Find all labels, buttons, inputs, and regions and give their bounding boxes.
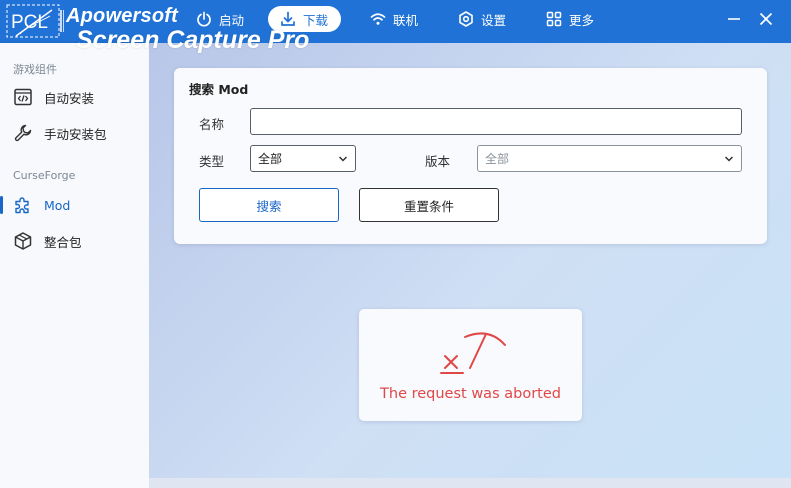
sidebar-item-label: 自动安装	[44, 90, 95, 106]
nav-settings[interactable]: 设置	[458, 6, 506, 32]
type-select-value: 全部	[258, 152, 283, 166]
sidebar-group-title-components: 游戏组件	[13, 63, 57, 76]
nav-online-label: 联机	[393, 12, 419, 28]
puzzle-icon	[15, 197, 29, 214]
active-indicator	[0, 196, 3, 214]
sidebar-item-label: Mod	[44, 197, 71, 213]
watermark-brand: Apowersoft	[66, 5, 178, 27]
type-select[interactable]: 全部	[250, 145, 356, 172]
nav-more[interactable]: 更多	[546, 6, 594, 32]
minimize-icon	[728, 18, 740, 20]
wrench-icon	[14, 124, 32, 142]
sidebar-item-label: 整合包	[44, 234, 82, 250]
sidebar-item-label: 手动安装包	[44, 126, 107, 142]
chevron-down-icon	[338, 155, 348, 162]
sidebar-item-auto-install[interactable]: 自动安装	[0, 81, 149, 113]
sidebar-item-mod[interactable]: Mod	[0, 189, 149, 221]
type-label: 类型	[199, 154, 225, 169]
search-card: 搜索 Mod 名称 类型 全部 版本 全部 搜索 重置条件	[174, 68, 767, 244]
name-label: 名称	[199, 117, 225, 132]
error-message: The request was aborted	[380, 386, 561, 402]
code-icon	[14, 88, 32, 106]
settings-icon	[459, 11, 473, 27]
svg-text:PCL: PCL	[11, 12, 48, 33]
nav-online[interactable]: 联机	[370, 6, 418, 32]
version-label: 版本	[425, 154, 451, 169]
app-logo: PCL	[6, 4, 65, 38]
download-icon	[281, 11, 295, 26]
grid-icon	[546, 11, 562, 27]
version-select-value: 全部	[485, 152, 510, 166]
box-icon	[14, 232, 32, 250]
sidebar-group-title-curseforge: CurseForge	[13, 169, 76, 182]
broken-pickaxe-icon	[440, 332, 506, 374]
reset-button[interactable]: 重置条件	[359, 188, 499, 222]
close-button[interactable]	[756, 9, 776, 29]
wifi-icon	[370, 13, 386, 25]
name-input[interactable]	[250, 108, 742, 135]
sidebar: 游戏组件 自动安装 手动安装包 CurseForge Mod 整合包	[0, 43, 149, 488]
version-select[interactable]: 全部	[477, 145, 742, 172]
search-card-title: 搜索 Mod	[189, 82, 249, 97]
close-icon	[759, 12, 773, 26]
watermark-product: Screen Capture Pro	[76, 26, 310, 54]
sidebar-item-modpack[interactable]: 整合包	[0, 225, 149, 257]
power-icon	[197, 11, 211, 27]
minimize-button[interactable]	[724, 9, 744, 29]
search-button[interactable]: 搜索	[199, 188, 339, 222]
bottom-strip	[149, 478, 791, 488]
error-card: The request was aborted	[359, 309, 582, 421]
nav-settings-label: 设置	[481, 12, 507, 28]
nav-more-label: 更多	[569, 12, 595, 28]
sidebar-item-manual-install[interactable]: 手动安装包	[0, 117, 149, 149]
chevron-down-icon	[724, 155, 734, 162]
